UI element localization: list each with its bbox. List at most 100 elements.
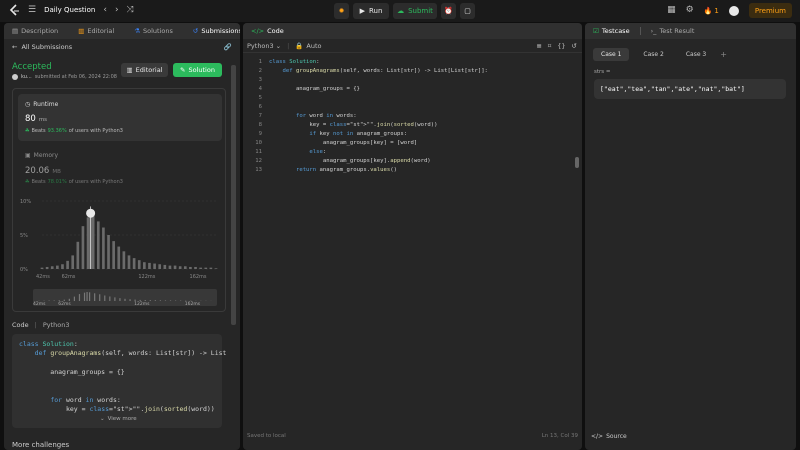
code-line: for word in words: bbox=[295, 113, 357, 119]
histogram-bar bbox=[91, 215, 95, 269]
mini-bar bbox=[109, 296, 111, 301]
user-avatar[interactable] bbox=[728, 5, 739, 16]
terminal-icon: ›_ bbox=[650, 27, 657, 35]
histogram-bar bbox=[71, 255, 75, 269]
mini-x-tick-label: 122ms bbox=[134, 301, 150, 306]
tab-testcase[interactable]: ☑ Testcase bbox=[593, 27, 630, 35]
book-icon: ▥ bbox=[126, 66, 133, 74]
arrow-left-icon: ← bbox=[12, 43, 18, 51]
code-line: anagram_groups[key].append(word) bbox=[269, 158, 431, 164]
runtime-box[interactable]: ◷ Runtime 80 ms ☘ Beats 93.36% of users w… bbox=[18, 94, 222, 141]
debug-button[interactable]: ✹ bbox=[334, 3, 349, 19]
beats-icon: ☘ bbox=[25, 128, 30, 134]
line-number: 7 bbox=[258, 113, 262, 119]
source-toggle[interactable]: </> Source bbox=[591, 433, 627, 440]
premium-button[interactable]: Premium bbox=[748, 3, 792, 18]
tab-code[interactable]: </> Code bbox=[251, 27, 284, 35]
mini-bar bbox=[73, 296, 76, 301]
braces-icon[interactable]: {} bbox=[557, 42, 565, 50]
runtime-distribution-chart[interactable]: 10% 5% 0% 42ms 62ms 122ms 162ms bbox=[18, 193, 222, 283]
histogram-bar bbox=[214, 268, 218, 269]
view-more-link[interactable]: ⌄ View more bbox=[100, 416, 137, 422]
notes-button[interactable]: ▢ bbox=[460, 3, 475, 19]
histogram-bar bbox=[112, 241, 115, 269]
all-submissions-link[interactable]: ← All Submissions bbox=[12, 43, 72, 51]
link-icon[interactable]: 🔗 bbox=[224, 43, 232, 51]
code-line: def groupAnagrams(self, words: List[str]… bbox=[282, 68, 488, 74]
mini-x-tick-label: 162ms bbox=[185, 301, 201, 306]
format-icon[interactable]: ≣ bbox=[536, 42, 541, 50]
mini-bar bbox=[169, 300, 172, 301]
top-bar: ☰ Daily Question ‹ › ⤨ ✹ ▶ Run ☁ Submit ⏰ … bbox=[0, 0, 800, 22]
histogram-bar bbox=[148, 262, 151, 269]
streak-counter[interactable]: 🔥 1 bbox=[704, 7, 719, 15]
clock-icon: ◷ bbox=[25, 101, 31, 108]
case-2-tab[interactable]: Case 2 bbox=[635, 48, 671, 61]
bookmark-icon[interactable]: ⌑ bbox=[548, 42, 551, 50]
x-tick-label: 62ms bbox=[62, 274, 76, 280]
tab-submissions[interactable]: ↺ Submissions bbox=[193, 27, 240, 35]
problem-list-icon[interactable]: ☰ bbox=[28, 5, 36, 15]
next-problem-icon[interactable]: › bbox=[115, 5, 119, 15]
code-editor[interactable]: 1 class Solution: 2 def groupAnagrams(self… bbox=[250, 58, 580, 175]
case-3-tab[interactable]: Case 3 bbox=[678, 48, 714, 61]
editorial-button[interactable]: ▥ Editorial bbox=[121, 63, 168, 77]
problem-list-label[interactable]: Daily Question bbox=[44, 6, 95, 14]
code-brackets-icon: </> bbox=[591, 433, 604, 440]
settings-gear-icon[interactable]: ⚙ bbox=[686, 6, 694, 15]
histogram-bar bbox=[56, 265, 59, 269]
prev-problem-icon[interactable]: ‹ bbox=[103, 5, 107, 15]
runtime-range-slider[interactable]: 42ms 62ms 122ms 162ms bbox=[33, 289, 217, 306]
code-line: class Solution: bbox=[269, 59, 320, 65]
code-line: anagram_groups = {} bbox=[269, 86, 360, 92]
cloud-upload-icon: ☁ bbox=[397, 7, 405, 15]
histogram-bar bbox=[178, 266, 182, 269]
mini-bar bbox=[139, 299, 141, 301]
add-case-icon[interactable]: + bbox=[720, 50, 727, 59]
histogram-bar bbox=[168, 265, 172, 269]
tab-description[interactable]: ▤ Description bbox=[12, 27, 58, 35]
histogram-bar bbox=[40, 267, 44, 269]
tab-editorial[interactable]: ▥ Editorial bbox=[78, 27, 114, 35]
histogram-bar bbox=[86, 217, 90, 269]
submit-button[interactable]: ☁ Submit bbox=[393, 3, 437, 19]
play-icon: ▶ bbox=[359, 7, 365, 15]
histogram-bar bbox=[102, 227, 105, 269]
memory-value: 20.06 bbox=[25, 166, 50, 176]
layout-icon[interactable]: ▦ bbox=[667, 6, 676, 15]
language-select[interactable]: Python3 ⌄ bbox=[247, 42, 281, 50]
editor-toolbar: Python3 ⌄ | 🔒 Auto ≣ ⌑ {} ↺ bbox=[243, 39, 582, 53]
histogram-bar bbox=[209, 267, 213, 269]
leetcode-logo-icon[interactable] bbox=[8, 3, 20, 17]
book-icon: ▥ bbox=[78, 27, 85, 35]
beats-icon: ☘ bbox=[25, 179, 30, 185]
submitted-code-preview[interactable]: class Solution: def groupAnagrams(self, … bbox=[12, 334, 226, 428]
mini-bar bbox=[83, 292, 86, 301]
line-number: 11 bbox=[255, 149, 262, 155]
histogram-bar bbox=[173, 265, 177, 269]
more-challenges-label: More challenges bbox=[12, 441, 70, 449]
timer-button[interactable]: ⏰ bbox=[441, 3, 456, 19]
auto-toggle[interactable]: 🔒 Auto bbox=[295, 42, 321, 50]
shuffle-icon[interactable]: ⤨ bbox=[127, 5, 134, 15]
solution-button[interactable]: ✎ Solution bbox=[173, 63, 222, 77]
histogram-bar bbox=[183, 266, 187, 269]
tab-test-result[interactable]: ›_ Test Result bbox=[651, 27, 695, 35]
tab-solutions[interactable]: ⚗ Solutions bbox=[134, 27, 173, 35]
memory-box[interactable]: ▣ Memory 20.06 MB ☘ Beats 78.01% of users… bbox=[18, 146, 222, 190]
code-header: Code | Python3 bbox=[12, 321, 70, 329]
histogram-bar bbox=[61, 264, 64, 269]
mini-x-tick-label: 42ms bbox=[33, 301, 46, 306]
run-button[interactable]: ▶ Run bbox=[353, 3, 389, 19]
mini-bar bbox=[78, 294, 81, 301]
mini-bar bbox=[86, 291, 88, 301]
left-scrollbar[interactable] bbox=[231, 65, 236, 325]
checkbox-icon: ☑ bbox=[593, 27, 599, 35]
histogram-bar bbox=[50, 266, 54, 269]
pencil-icon: ✎ bbox=[180, 66, 186, 74]
testcase-input[interactable]: ["eat","tea","tan","ate","nat","bat"] bbox=[594, 79, 786, 99]
reset-icon[interactable]: ↺ bbox=[572, 42, 577, 50]
mini-bar bbox=[144, 300, 146, 301]
case-1-tab[interactable]: Case 1 bbox=[593, 48, 630, 61]
x-tick-label: 122ms bbox=[138, 274, 155, 280]
